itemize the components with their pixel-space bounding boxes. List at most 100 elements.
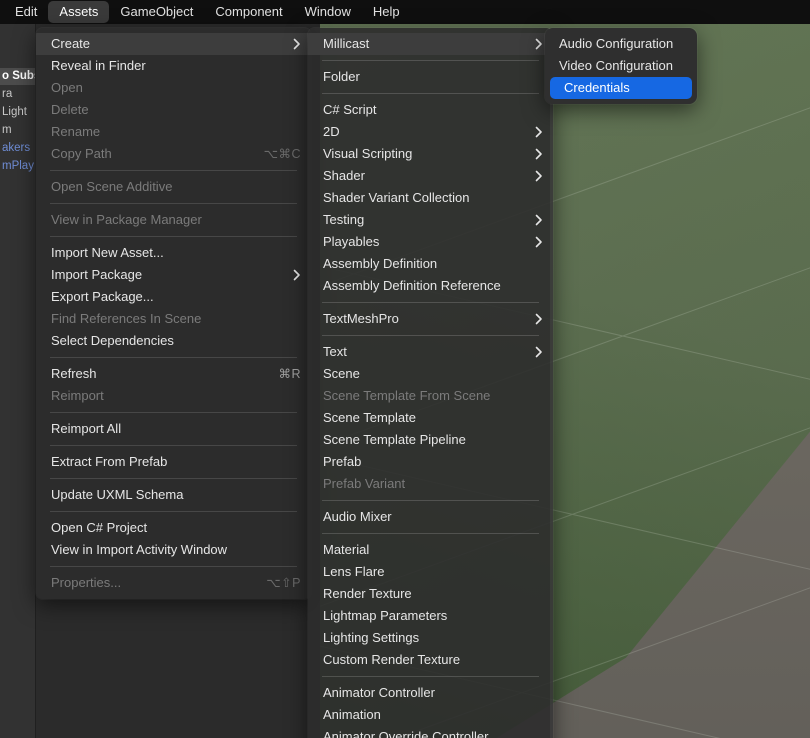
menu-item-label: Rename xyxy=(51,124,101,139)
menu-item-open-c-project[interactable]: Open C# Project xyxy=(36,517,311,539)
menu-item-animation[interactable]: Animation xyxy=(308,704,553,726)
menu-item-visual-scripting[interactable]: Visual Scripting xyxy=(308,143,553,165)
menu-item-credentials[interactable]: Credentials xyxy=(550,77,692,99)
menu-item-select-dependencies[interactable]: Select Dependencies xyxy=(36,330,311,352)
menu-item-label: Prefab xyxy=(323,454,362,469)
menu-item-label: Properties... xyxy=(51,575,122,590)
hierarchy-panel[interactable]: o Subs ra Light m akers mPlay xyxy=(0,24,36,738)
menu-item-textmeshpro[interactable]: TextMeshPro xyxy=(308,308,553,330)
menu-item-import-package[interactable]: Import Package xyxy=(36,264,311,286)
menu-item-update-uxml-schema[interactable]: Update UXML Schema xyxy=(36,484,311,506)
menubar-item-gameobject[interactable]: GameObject xyxy=(109,1,204,23)
menu-item-c-script[interactable]: C# Script xyxy=(308,99,553,121)
menu-item-millicast[interactable]: Millicast xyxy=(308,33,553,55)
menu-item-shortcut: ⌥⇧P xyxy=(266,576,301,590)
hierarchy-row-0[interactable]: o Subs xyxy=(0,68,36,85)
menu-item-label: Animator Controller xyxy=(323,685,435,700)
menu-item-assembly-definition-reference[interactable]: Assembly Definition Reference xyxy=(308,275,553,297)
menu-item-label: Find References In Scene xyxy=(51,311,202,326)
menu-separator xyxy=(50,511,297,512)
menu-item-scene-template-from-scene: Scene Template From Scene xyxy=(308,385,553,407)
menu-item-video-configuration[interactable]: Video Configuration xyxy=(545,55,697,77)
menu-item-reveal-in-finder[interactable]: Reveal in Finder xyxy=(36,55,311,77)
menu-item-lightmap-parameters[interactable]: Lightmap Parameters xyxy=(308,605,553,627)
menubar-item-help[interactable]: Help xyxy=(362,1,411,23)
menu-item-scene-template[interactable]: Scene Template xyxy=(308,407,553,429)
menu-separator xyxy=(50,412,297,413)
menu-item-label: Lighting Settings xyxy=(323,630,420,645)
menu-separator xyxy=(50,357,297,358)
hierarchy-row-5[interactable]: mPlay xyxy=(0,158,36,175)
menu-item-view-in-import-activity-window[interactable]: View in Import Activity Window xyxy=(36,539,311,561)
menu-item-label: Import New Asset... xyxy=(51,245,164,260)
menu-item-lens-flare[interactable]: Lens Flare xyxy=(308,561,553,583)
menu-item-label: Shader xyxy=(323,168,365,183)
menu-item-label: Scene Template Pipeline xyxy=(323,432,466,447)
menubar-item-assets[interactable]: Assets xyxy=(48,1,110,23)
menu-item-folder[interactable]: Folder xyxy=(308,66,553,88)
menu-item-view-in-package-manager: View in Package Manager xyxy=(36,209,311,231)
menu-item-text[interactable]: Text xyxy=(308,341,553,363)
menu-separator xyxy=(322,93,539,94)
hierarchy-row-2[interactable]: Light xyxy=(0,104,36,121)
menu-item-label: Reimport xyxy=(51,388,104,403)
menu-item-extract-from-prefab[interactable]: Extract From Prefab xyxy=(36,451,311,473)
menu-item-assembly-definition[interactable]: Assembly Definition xyxy=(308,253,553,275)
menu-item-label: Credentials xyxy=(564,80,630,95)
menu-separator xyxy=(50,566,297,567)
menu-item-scene-template-pipeline[interactable]: Scene Template Pipeline xyxy=(308,429,553,451)
menu-item-label: Folder xyxy=(323,69,360,84)
menu-separator xyxy=(50,203,297,204)
menu-item-testing[interactable]: Testing xyxy=(308,209,553,231)
menu-separator xyxy=(322,500,539,501)
menu-item-render-texture[interactable]: Render Texture xyxy=(308,583,553,605)
menu-item-material[interactable]: Material xyxy=(308,539,553,561)
hierarchy-row-1[interactable]: ra xyxy=(0,86,36,103)
menu-item-label: Lightmap Parameters xyxy=(323,608,448,623)
menu-item-prefab[interactable]: Prefab xyxy=(308,451,553,473)
chevron-right-icon xyxy=(535,346,543,358)
menu-item-reimport-all[interactable]: Reimport All xyxy=(36,418,311,440)
menu-item-label: Material xyxy=(323,542,370,557)
chevron-right-icon xyxy=(535,236,543,248)
menubar-item-component[interactable]: Component xyxy=(204,1,293,23)
menu-separator xyxy=(322,335,539,336)
menu-item-label: Assembly Definition Reference xyxy=(323,278,501,293)
menu-item-label: Visual Scripting xyxy=(323,146,413,161)
menu-item-custom-render-texture[interactable]: Custom Render Texture xyxy=(308,649,553,671)
menubar-item-edit[interactable]: Edit xyxy=(4,1,48,23)
menu-item-label: Prefab Variant xyxy=(323,476,406,491)
hierarchy-row-label: Light xyxy=(2,106,27,118)
menu-item-label: Custom Render Texture xyxy=(323,652,461,667)
menu-item-export-package[interactable]: Export Package... xyxy=(36,286,311,308)
menu-item-label: Import Package xyxy=(51,267,143,282)
menu-item-audio-mixer[interactable]: Audio Mixer xyxy=(308,506,553,528)
menu-item-2d[interactable]: 2D xyxy=(308,121,553,143)
menu-item-open-scene-additive: Open Scene Additive xyxy=(36,176,311,198)
chevron-right-icon xyxy=(535,148,543,160)
hierarchy-row-4[interactable]: akers xyxy=(0,140,36,157)
menu-item-create[interactable]: Create xyxy=(36,33,311,55)
menu-item-refresh[interactable]: Refresh ⌘R xyxy=(36,363,311,385)
menu-item-label: Create xyxy=(51,36,91,51)
menu-item-label: Render Texture xyxy=(323,586,412,601)
menu-bar: Edit Assets GameObject Component Window … xyxy=(0,0,810,24)
hierarchy-row-3[interactable]: m xyxy=(0,122,36,139)
menu-item-label: 2D xyxy=(323,124,340,139)
menu-item-label: Lens Flare xyxy=(323,564,385,579)
menu-item-shader[interactable]: Shader xyxy=(308,165,553,187)
menu-item-label: Scene Template From Scene xyxy=(323,388,491,403)
menu-item-import-new-asset[interactable]: Import New Asset... xyxy=(36,242,311,264)
chevron-right-icon xyxy=(293,269,301,281)
menu-item-shader-variant-collection[interactable]: Shader Variant Collection xyxy=(308,187,553,209)
menu-item-playables[interactable]: Playables xyxy=(308,231,553,253)
menu-item-label: TextMeshPro xyxy=(323,311,399,326)
menu-item-animator-override-controller[interactable]: Animator Override Controller xyxy=(308,726,553,738)
menu-separator xyxy=(322,533,539,534)
menu-item-scene[interactable]: Scene xyxy=(308,363,553,385)
menu-item-animator-controller[interactable]: Animator Controller xyxy=(308,682,553,704)
menubar-item-window[interactable]: Window xyxy=(294,1,362,23)
hierarchy-row-label: mPlay xyxy=(2,160,34,172)
menu-item-lighting-settings[interactable]: Lighting Settings xyxy=(308,627,553,649)
menu-item-audio-configuration[interactable]: Audio Configuration xyxy=(545,33,697,55)
